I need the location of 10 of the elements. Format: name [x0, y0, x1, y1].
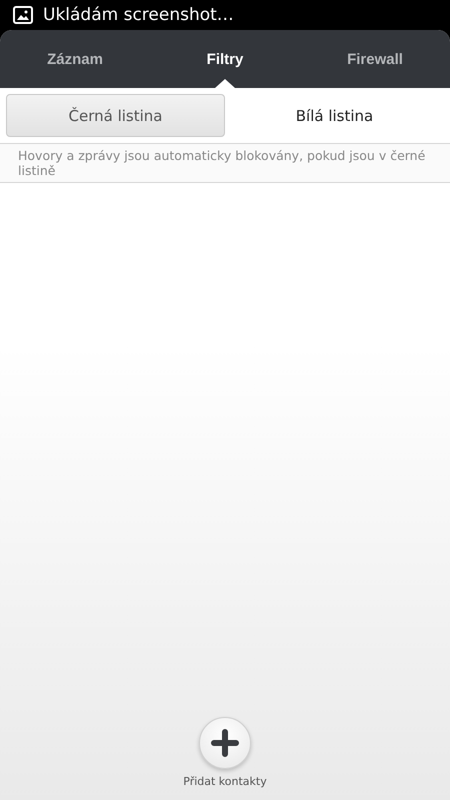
plus-icon: [210, 728, 240, 758]
tab[interactable]: Záznam: [0, 30, 150, 88]
add-button[interactable]: [199, 717, 251, 769]
add-label: Přidat kontakty: [183, 775, 267, 788]
notification-text: Ukládám screenshot…: [43, 5, 234, 25]
segment-button[interactable]: Černá listina: [6, 94, 225, 137]
segment-button[interactable]: Bílá listina: [225, 94, 444, 137]
image-icon: [13, 6, 33, 24]
description-text: Hovory a zprávy jsou automaticky blokovány, pokud jsou v černé listině: [0, 144, 450, 183]
tab[interactable]: Firewall: [300, 30, 450, 88]
